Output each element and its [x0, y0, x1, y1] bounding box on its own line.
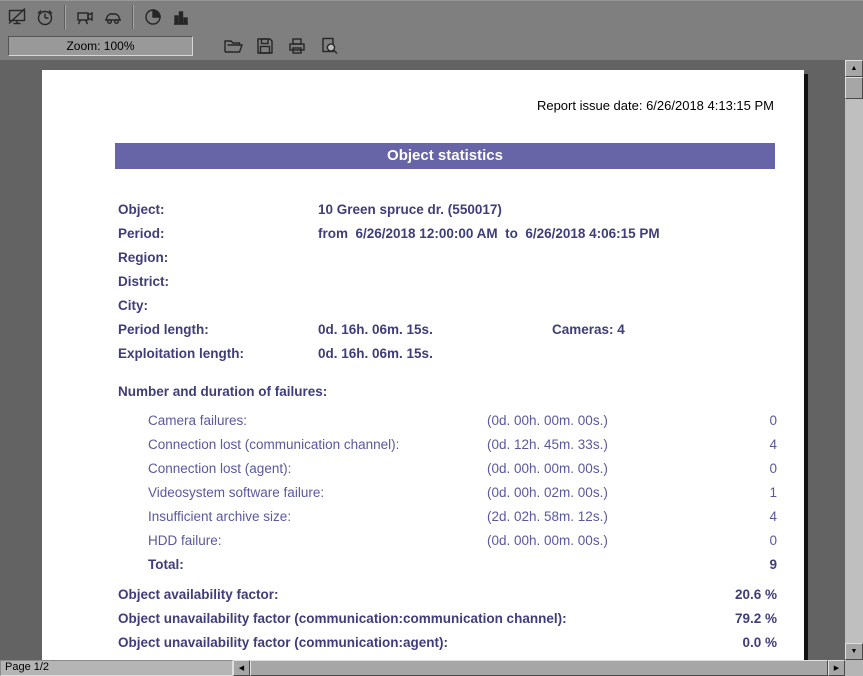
toolbar-separator [64, 5, 66, 29]
failure-row: Videosystem software failure: (0d. 00h. … [42, 481, 804, 505]
failure-name: HDD failure: [148, 529, 487, 553]
vehicle-icon[interactable] [101, 5, 125, 29]
report-fields: Object: 10 Green spruce dr. (550017) Per… [42, 198, 804, 366]
field-label: District: [118, 270, 318, 294]
report-title: Object statistics [115, 143, 775, 169]
failure-duration: (0d. 12h. 45m. 33s.) [487, 433, 717, 457]
failures-section-header: Number and duration of failures: [118, 382, 804, 402]
report-preview-area: Report issue date: 6/26/2018 4:13:15 PM … [0, 60, 845, 660]
report-viewer-window: Zoom: 100% Report issue date: 6/26/2018 … [0, 0, 863, 676]
open-folder-icon[interactable] [221, 34, 245, 58]
failure-row: HDD failure: (0d. 00h. 00m. 00s.) 0 [42, 529, 804, 553]
failure-duration: (0d. 00h. 02m. 00s.) [487, 481, 717, 505]
failure-duration: (0d. 00h. 00m. 00s.) [487, 409, 717, 433]
summary-label: Object unavailability factor (communicat… [118, 631, 687, 655]
field-row: Period length: 0d. 16h. 06m. 15s. Camera… [42, 318, 804, 342]
preview-toolbar: Zoom: 100% [0, 32, 863, 60]
cameras-count: Cameras: 4 [552, 318, 625, 342]
failure-name: Camera failures: [148, 409, 487, 433]
field-label: Object: [118, 198, 318, 222]
failure-row: Connection lost (communication channel):… [42, 433, 804, 457]
field-value [318, 294, 552, 318]
failure-row: Insufficient archive size: (2d. 02h. 58m… [42, 505, 804, 529]
failure-count: 0 [717, 457, 777, 481]
field-value [318, 246, 552, 270]
failure-duration: (0d. 00h. 00m. 00s.) [487, 457, 717, 481]
field-value: 0d. 16h. 06m. 15s. [318, 318, 552, 342]
scroll-up-button[interactable]: ▲ [845, 60, 863, 77]
failure-duration: (0d. 00h. 00m. 00s.) [487, 529, 717, 553]
monitor-off-icon[interactable] [5, 5, 29, 29]
vertical-scrollbar[interactable]: ▲ ▼ [845, 60, 863, 660]
field-label: Period length: [118, 318, 318, 342]
save-icon[interactable] [253, 34, 277, 58]
report-page: Report issue date: 6/26/2018 4:13:15 PM … [42, 70, 804, 660]
scroll-down-button[interactable]: ▼ [845, 643, 863, 660]
field-value: 0d. 16h. 06m. 15s. [318, 342, 552, 366]
summary-row: Object unavailability factor (communicat… [42, 607, 804, 631]
vertical-scroll-thumb[interactable] [845, 77, 863, 99]
camera-icon[interactable] [73, 5, 97, 29]
failure-duration: (2d. 02h. 58m. 12s.) [487, 505, 717, 529]
print-icon[interactable] [285, 34, 309, 58]
failure-count: 1 [717, 481, 777, 505]
horizontal-scrollbar[interactable]: ◀ ▶ [233, 660, 845, 676]
failure-count: 0 [717, 409, 777, 433]
bar-chart-icon[interactable] [169, 5, 193, 29]
failure-count: 4 [717, 433, 777, 457]
horizontal-scroll-thumb[interactable] [250, 660, 828, 676]
summary-label: Object availability factor: [118, 583, 687, 607]
field-label: Region: [118, 246, 318, 270]
scroll-left-button[interactable]: ◀ [233, 660, 250, 676]
failure-name: Videosystem software failure: [148, 481, 487, 505]
summary-section: Object availability factor: 20.6 % Objec… [42, 583, 804, 660]
failure-name: Insufficient archive size: [148, 505, 487, 529]
field-label: City: [118, 294, 318, 318]
field-row: City: [42, 294, 804, 318]
failures-total-label: Total: [148, 553, 487, 577]
failure-count: 0 [717, 529, 777, 553]
page-indicator: Page 1/2 [0, 660, 233, 676]
pie-clock-icon[interactable] [141, 5, 165, 29]
main-toolbar [0, 0, 863, 32]
failure-name: Connection lost (agent): [148, 457, 487, 481]
summary-value: 20.6 % [687, 583, 777, 607]
field-value: from 6/26/2018 12:00:00 AM to 6/26/2018 … [318, 222, 660, 246]
report-issue-date: Report issue date: 6/26/2018 4:13:15 PM [42, 98, 774, 114]
zoom-indicator[interactable]: Zoom: 100% [8, 36, 193, 56]
timer-icon[interactable] [33, 5, 57, 29]
failures-total-row: Total: 9 [42, 553, 804, 577]
failure-count: 4 [717, 505, 777, 529]
summary-value: 79.2 % [687, 607, 777, 631]
field-label: Exploitation length: [118, 342, 318, 366]
failure-name: Connection lost (communication channel): [148, 433, 487, 457]
status-bar: Page 1/2 ◀ ▶ [0, 660, 863, 676]
field-value [318, 270, 552, 294]
scrollbar-corner [845, 660, 863, 676]
field-row: Exploitation length: 0d. 16h. 06m. 15s. [42, 342, 804, 366]
failures-total-value: 9 [717, 553, 777, 577]
failure-row: Camera failures: (0d. 00h. 00m. 00s.) 0 [42, 409, 804, 433]
field-row: Period: from 6/26/2018 12:00:00 AM to 6/… [42, 222, 804, 246]
field-value: 10 Green spruce dr. (550017) [318, 198, 552, 222]
summary-label: Object unavailability factor (communicat… [118, 607, 687, 631]
failures-table: Camera failures: (0d. 00h. 00m. 00s.) 0 … [42, 409, 804, 577]
toolbar-separator [132, 5, 134, 29]
scroll-right-button[interactable]: ▶ [828, 660, 845, 676]
summary-value: 0.0 % [687, 631, 777, 655]
summary-row: Object unavailability factor (communicat… [42, 631, 804, 655]
field-row: Region: [42, 246, 804, 270]
field-label: Period: [118, 222, 318, 246]
spacer [487, 553, 717, 577]
field-row: District: [42, 270, 804, 294]
summary-row: Object availability factor: 20.6 % [42, 583, 804, 607]
preview-icon[interactable] [317, 34, 341, 58]
zoom-label: Zoom: 100% [66, 39, 134, 53]
failure-row: Connection lost (agent): (0d. 00h. 00m. … [42, 457, 804, 481]
field-row: Object: 10 Green spruce dr. (550017) [42, 198, 804, 222]
